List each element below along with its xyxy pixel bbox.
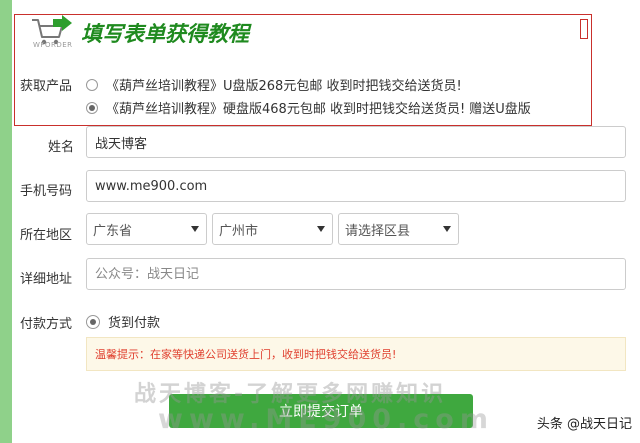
district-select[interactable]: 请选择区县 [338,213,459,245]
payment-label: 付款方式 [20,317,73,332]
district-value: 请选择区县 [345,223,411,239]
product-section: WFORDER 填写表单获得教程 获取产品 《葫芦丝培训教程》U盘版268元包邮… [14,14,592,126]
radio-hdd[interactable] [86,101,98,114]
left-accent-bar [0,0,12,443]
chevron-down-icon [191,226,199,232]
product-option-usb[interactable]: 《葫芦丝培训教程》U盘版268元包邮 收到时把钱交给送货员! [86,75,462,94]
phone-input[interactable] [86,170,626,202]
tip-text: 温馨提示：在家等快递公司送货上门，收到时把钱交给送货员! [95,348,397,361]
product-label: 获取产品 [20,79,73,94]
logo-text: WFORDER [33,41,73,49]
payment-option-text: 货到付款 [108,316,161,331]
region-label: 所在地区 [20,228,73,243]
product-option-hdd[interactable]: 《葫芦丝培训教程》硬盘版468元包邮 收到时把钱交给送货员! 赠送U盘版 [86,98,531,117]
radio-cod[interactable] [86,314,100,329]
province-value: 广东省 [93,223,133,239]
shopping-cart-logo-icon [32,15,72,45]
phone-label: 手机号码 [20,184,73,199]
tip-box: 温馨提示：在家等快递公司送货上门，收到时把钱交给送货员! [86,337,626,371]
product-option-hdd-text: 《葫芦丝培训教程》硬盘版468元包邮 收到时把钱交给送货员! 赠送U盘版 [106,102,531,117]
close-marker[interactable] [580,19,588,39]
name-label: 姓名 [48,140,75,155]
form-title: 填写表单获得教程 [81,21,249,46]
attribution: 头条 @战天日记 [536,417,632,432]
chevron-down-icon [317,226,325,232]
payment-option-cod[interactable]: 货到付款 [86,312,160,331]
radio-usb[interactable] [86,78,98,91]
name-input[interactable] [86,126,626,158]
chevron-down-icon [443,226,451,232]
address-label: 详细地址 [20,272,73,287]
city-select[interactable]: 广州市 [212,213,333,245]
product-option-usb-text: 《葫芦丝培训教程》U盘版268元包邮 收到时把钱交给送货员! [106,79,462,94]
city-value: 广州市 [219,223,259,239]
province-select[interactable]: 广东省 [86,213,207,245]
address-input[interactable] [86,258,626,290]
watermark-url: www.ME900.com [158,404,494,435]
